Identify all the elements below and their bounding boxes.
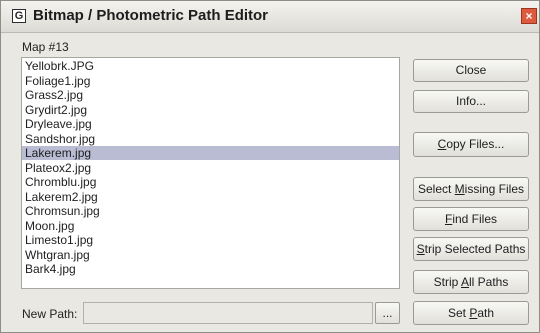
close-button[interactable]: Close	[413, 59, 529, 82]
browse-button[interactable]: ...	[375, 302, 400, 324]
file-list-item[interactable]: Chromsun.jpg	[22, 204, 399, 218]
find-files-button[interactable]: Find Files	[413, 207, 529, 231]
app-icon: G	[12, 9, 26, 23]
close-icon[interactable]: ×	[521, 8, 537, 24]
set-path-button[interactable]: Set Path	[413, 301, 529, 325]
file-list-item[interactable]: Grass2.jpg	[22, 88, 399, 102]
file-list-item[interactable]: Limesto1.jpg	[22, 233, 399, 247]
file-list-item[interactable]: Lakerem2.jpg	[22, 190, 399, 204]
file-list-item[interactable]: Dryleave.jpg	[22, 117, 399, 131]
info-button[interactable]: Info...	[413, 90, 529, 113]
file-list-item[interactable]: Grydirt2.jpg	[22, 103, 399, 117]
copy-files-hotkey: C	[437, 137, 447, 151]
file-list-item[interactable]: Lakerem.jpg	[22, 146, 399, 160]
window-title: Bitmap / Photometric Path Editor	[33, 7, 269, 24]
copy-files-button[interactable]: Copy Files...	[413, 132, 529, 157]
file-list-item[interactable]: Sandshor.jpg	[22, 132, 399, 146]
select-missing-label-pre: Select	[417, 182, 455, 196]
find-files-label-post: ind Files	[452, 212, 498, 226]
set-path-label-pre: Set	[447, 306, 470, 320]
new-path-input[interactable]	[83, 302, 373, 324]
strip-selected-hotkey: S	[416, 242, 425, 256]
strip-all-hotkey: A	[460, 275, 469, 289]
copy-files-label-post: opy Files...	[446, 137, 505, 151]
file-list-item[interactable]: Whtgran.jpg	[22, 248, 399, 262]
title-bar: G Bitmap / Photometric Path Editor ×	[1, 1, 539, 33]
file-list-item[interactable]: Plateox2.jpg	[22, 161, 399, 175]
strip-all-label-post: ll Paths	[469, 275, 509, 289]
path-editor-window: G Bitmap / Photometric Path Editor × Map…	[0, 0, 540, 333]
select-missing-label-post: issing Files	[464, 182, 525, 196]
file-list-item[interactable]: Chromblu.jpg	[22, 175, 399, 189]
select-missing-hotkey: M	[454, 182, 465, 196]
file-list-item[interactable]: Yellobrk.JPG	[22, 59, 399, 73]
file-list-item[interactable]: Foliage1.jpg	[22, 74, 399, 88]
select-missing-files-button[interactable]: Select Missing Files	[413, 177, 529, 201]
strip-all-paths-button[interactable]: Strip All Paths	[413, 270, 529, 294]
file-list-item[interactable]: Bark4.jpg	[22, 262, 399, 276]
set-path-label-post: ath	[477, 306, 495, 320]
new-path-label: New Path:	[22, 307, 78, 321]
map-label: Map #13	[22, 40, 69, 54]
strip-selected-paths-button[interactable]: Strip Selected Paths	[413, 237, 529, 261]
file-list-item[interactable]: Moon.jpg	[22, 219, 399, 233]
strip-all-label-pre: Strip	[433, 275, 461, 289]
file-list[interactable]: Yellobrk.JPG Foliage1.jpg Grass2.jpg Grydir…	[21, 57, 400, 289]
strip-selected-label-post: trip Selected Paths	[424, 242, 526, 256]
